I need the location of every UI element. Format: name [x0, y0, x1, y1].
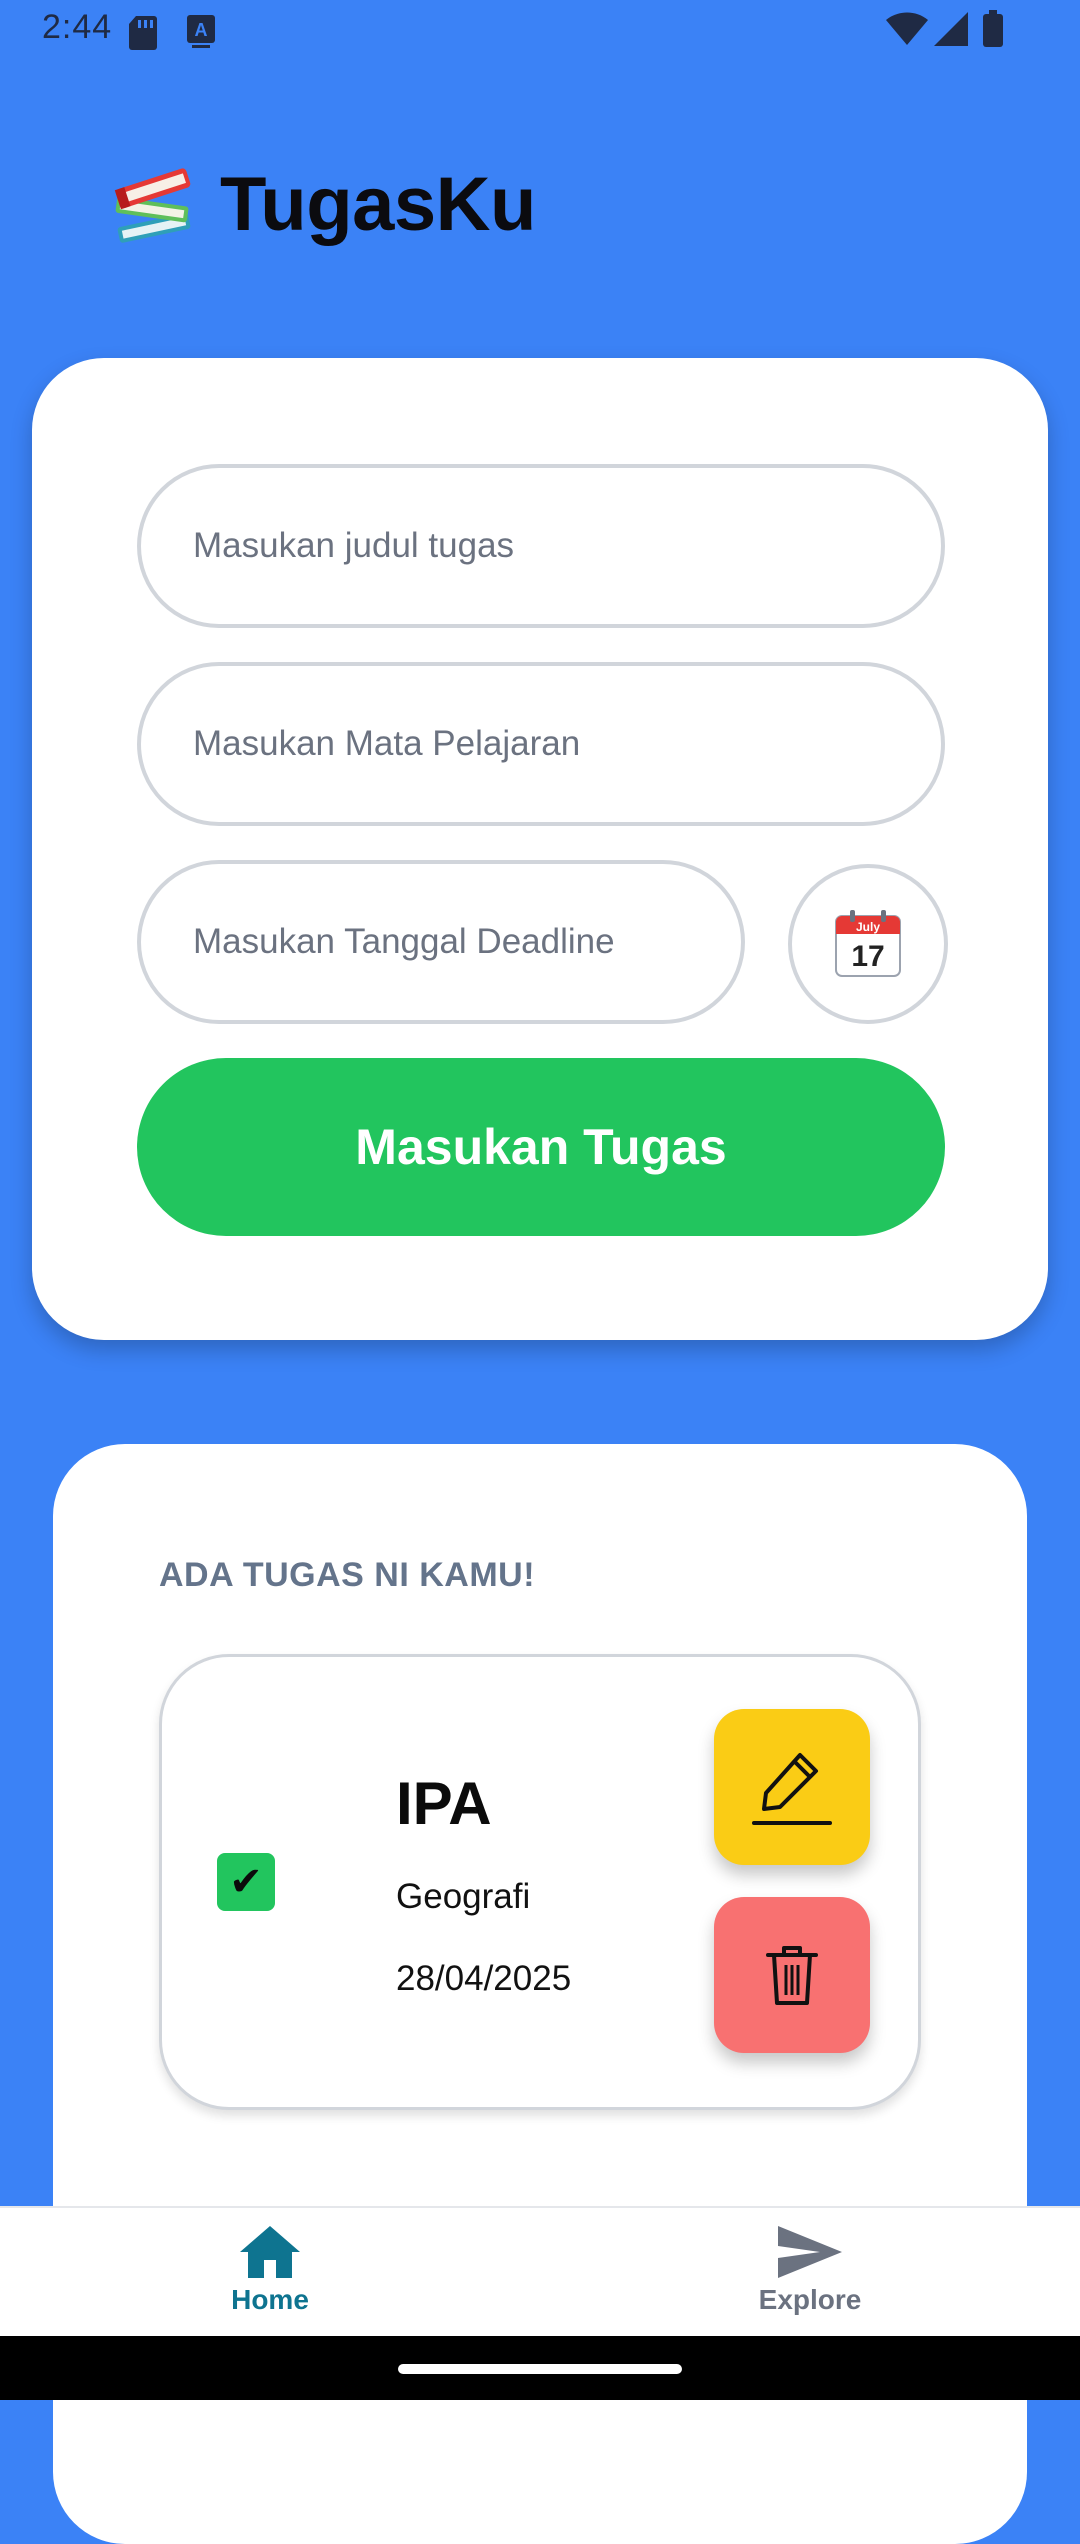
task-list-heading: ADA TUGAS NI KAMU! [159, 1556, 536, 1594]
battery-icon [983, 10, 1003, 47]
cellular-signal-icon [934, 12, 968, 46]
subject-input[interactable] [137, 662, 945, 826]
pencil-icon [752, 1753, 832, 1825]
input-method-icon: A [187, 15, 215, 48]
trash-icon [766, 1946, 818, 2005]
calendar-button[interactable]: July 17 [788, 864, 948, 1024]
edit-task-button[interactable] [714, 1709, 870, 1865]
status-time: 2:44 [42, 8, 113, 46]
calendar-icon: July 17 [835, 910, 901, 977]
bottom-navigation: Home Explore [0, 2206, 1080, 2338]
task-title-input[interactable] [137, 464, 945, 628]
delete-task-button[interactable] [714, 1897, 870, 2053]
books-emoji-icon [114, 168, 191, 243]
system-navigation-bar [0, 2336, 1080, 2400]
task-subject: Geografi [396, 1877, 531, 1916]
nav-label-explore: Explore [758, 2284, 862, 2315]
send-icon [778, 2226, 842, 2278]
app-header: TugasKu [108, 154, 536, 254]
check-icon: ✔ [229, 1860, 263, 1904]
wifi-icon [886, 12, 928, 45]
submit-task-button[interactable]: Masukan Tugas [137, 1058, 945, 1236]
task-item: ✔ IPA Geografi 28/04/2025 [159, 1654, 921, 2110]
svg-text:A: A [195, 20, 208, 40]
nav-item-explore[interactable]: Explore [690, 2224, 930, 2316]
task-checkbox[interactable]: ✔ [217, 1853, 275, 1911]
home-icon [240, 2226, 300, 2278]
calendar-month: July [856, 920, 880, 934]
sd-card-icon [129, 16, 157, 50]
calendar-day: 17 [851, 940, 884, 973]
app-title: TugasKu [220, 161, 536, 247]
task-form-card: July 17 Masukan Tugas [32, 358, 1048, 1340]
deadline-input[interactable] [137, 860, 745, 1024]
status-bar: 2:44 A [0, 0, 1080, 66]
nav-item-home[interactable]: Home [150, 2224, 390, 2316]
gesture-handle[interactable] [398, 2364, 682, 2374]
task-deadline: 28/04/2025 [396, 1959, 572, 1998]
task-title: IPA [396, 1770, 492, 1837]
nav-label-home: Home [231, 2284, 309, 2315]
